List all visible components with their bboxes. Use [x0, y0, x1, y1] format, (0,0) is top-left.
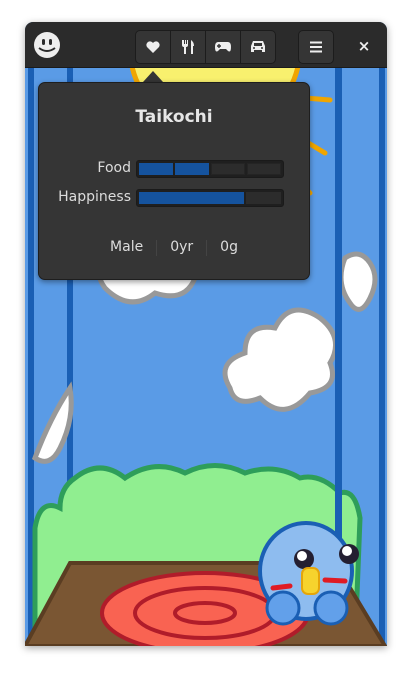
status-popover: Taikochi Food Happiness Male 0yr 0g — [38, 82, 310, 280]
food-segment — [211, 163, 245, 175]
happiness-level-bar — [136, 189, 284, 207]
gamepad-icon — [215, 42, 231, 52]
gender: Male — [110, 239, 144, 255]
hamburger-menu-icon — [310, 41, 322, 53]
main-menu-button[interactable] — [298, 30, 334, 64]
pet-info-row: Male 0yr 0g — [39, 239, 309, 256]
weight: 0g — [220, 239, 238, 255]
happiness-track — [246, 192, 281, 204]
food-level-bar — [136, 160, 284, 178]
heart-icon — [146, 41, 160, 53]
feed-button[interactable] — [171, 31, 206, 63]
header-bar: × — [25, 22, 387, 68]
status-button[interactable] — [136, 31, 171, 63]
food-segment — [139, 163, 173, 175]
food-segment — [247, 163, 281, 175]
play-button[interactable] — [206, 31, 241, 63]
travel-button[interactable] — [241, 31, 275, 63]
food-label: Food — [97, 160, 131, 176]
action-button-group — [135, 30, 276, 64]
fork-knife-icon — [182, 40, 194, 54]
happiness-label: Happiness — [58, 189, 131, 205]
age: 0yr — [170, 239, 194, 255]
car-icon — [251, 41, 265, 52]
food-segment — [175, 163, 209, 175]
close-icon: × — [357, 37, 371, 55]
happiness-fill — [139, 192, 244, 204]
popover-arrow — [143, 71, 163, 82]
close-button[interactable]: × — [349, 31, 379, 61]
smiley-face-icon — [34, 32, 60, 58]
pet-name: Taikochi — [135, 107, 213, 127]
